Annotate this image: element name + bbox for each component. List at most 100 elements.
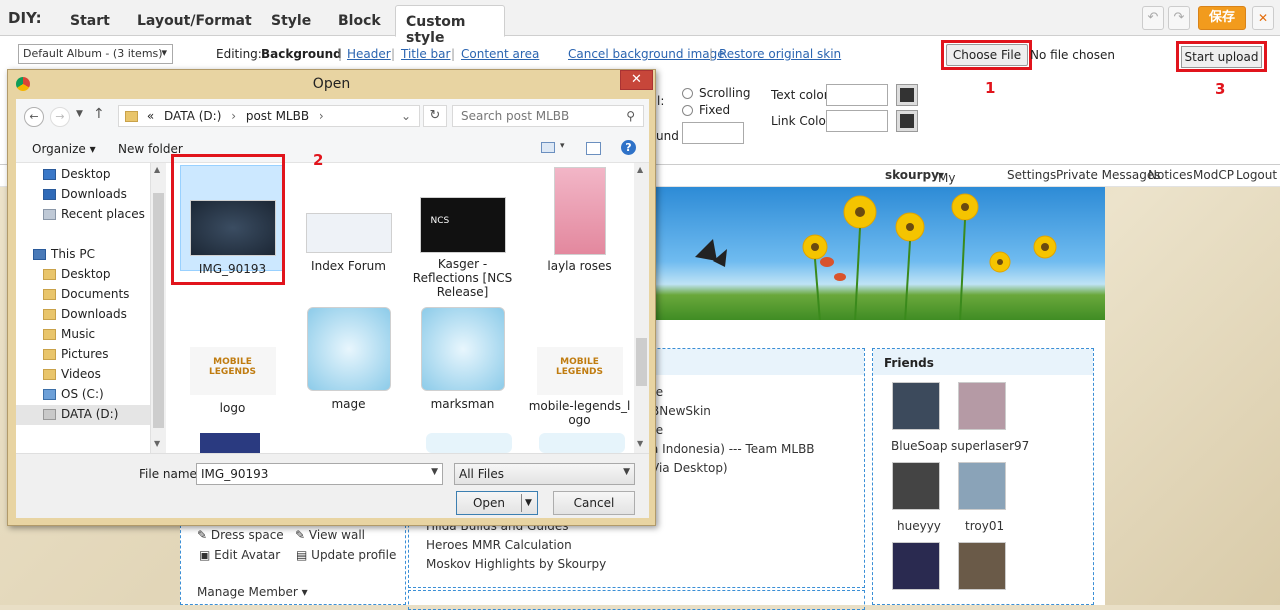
search-input[interactable]: Search post MLBB ⚲ <box>452 105 644 127</box>
path-dropdown-icon[interactable]: ⌄ <box>401 109 411 123</box>
recent-chevron-icon[interactable]: ▼ <box>76 109 83 119</box>
friend-avatar-1[interactable] <box>892 382 940 430</box>
nav-scrollbar[interactable]: ▲ ▼ <box>150 163 166 453</box>
fixed-radio[interactable] <box>682 105 693 116</box>
fixed-label: Fixed <box>699 103 731 117</box>
nav-documents[interactable]: Documents <box>43 287 129 307</box>
modcp-link[interactable]: ModCP <box>1193 168 1234 182</box>
restore-skin-link[interactable]: Restore original skin <box>719 47 841 61</box>
post-item-3[interactable]: Moskov Highlights by Skourpy <box>426 557 606 571</box>
nav-this-pc[interactable]: This PC <box>33 247 95 267</box>
open-button[interactable]: Open ▼ <box>456 491 538 515</box>
chevron-down-icon: ▼ <box>623 467 630 477</box>
friend-name-4[interactable]: troy01 <box>965 519 1004 533</box>
cancel-button[interactable]: Cancel <box>553 491 635 515</box>
nav-videos[interactable]: Videos <box>43 367 101 387</box>
nav-pictures[interactable]: Pictures <box>43 347 109 367</box>
cancel-background-link[interactable]: Cancel background image <box>568 47 725 61</box>
scrolling-radio[interactable] <box>682 88 693 99</box>
preview-pane-icon[interactable] <box>586 142 601 155</box>
undo-icon[interactable]: ↶ <box>1142 6 1164 30</box>
file-item-layla-roses[interactable]: layla roses <box>527 165 632 273</box>
tab-custom-style[interactable]: Custom style <box>395 5 505 46</box>
post-partial-2[interactable]: BNewSkin <box>651 404 711 418</box>
friend-name-3[interactable]: hueyyy <box>897 519 941 533</box>
post-partial-5[interactable]: Via Desktop) <box>651 461 728 475</box>
file-scrollbar[interactable]: ▲ ▼ <box>634 163 649 453</box>
file-item-index-forum[interactable]: Index Forum <box>296 165 401 273</box>
open-dropdown-icon[interactable]: ▼ <box>525 492 532 514</box>
editing-value: Background <box>261 47 342 61</box>
dress-space-link[interactable]: ✎ Dress space <box>197 528 284 542</box>
friend-name-1[interactable]: BlueSoap <box>891 439 947 453</box>
private-messages-link[interactable]: Private Messages <box>1056 168 1161 182</box>
nav-music[interactable]: Music <box>43 327 95 347</box>
redo-icon[interactable]: ↷ <box>1168 6 1190 30</box>
notices-link[interactable]: Notices <box>1148 168 1193 182</box>
path-bar[interactable]: « DATA (D:) › post MLBB › ⌄ <box>118 105 420 127</box>
my-center-link[interactable]: My Center ▾ <box>938 168 978 199</box>
friend-avatar-6[interactable] <box>958 542 1006 590</box>
friend-avatar-3[interactable] <box>892 462 940 510</box>
friend-name-2[interactable]: superlaser97 <box>951 439 1029 453</box>
nav-downloads[interactable]: Downloads <box>43 307 127 327</box>
path-segment-folder[interactable]: post MLBB <box>246 109 309 123</box>
tab-layout-format[interactable]: Layout/Format <box>127 8 262 36</box>
close-icon[interactable]: ✕ <box>1252 6 1274 30</box>
dialog-title: Open <box>312 76 351 92</box>
background-input[interactable] <box>682 122 744 144</box>
diy-label: DIY: <box>8 9 42 27</box>
filetype-select[interactable]: All Files ▼ <box>454 463 635 485</box>
dialog-close-icon[interactable]: ✕ <box>620 70 653 90</box>
friend-avatar-4[interactable] <box>958 462 1006 510</box>
link-color-input[interactable] <box>826 110 888 132</box>
view-options-icon[interactable] <box>541 142 555 153</box>
text-color-input[interactable] <box>826 84 888 106</box>
text-color-picker[interactable] <box>896 84 918 106</box>
back-icon[interactable]: ← <box>24 107 44 127</box>
album-select[interactable]: Default Album - (3 items) ▾ <box>18 44 173 64</box>
nav-os-c[interactable]: OS (C:) <box>43 387 104 407</box>
forward-icon[interactable]: → <box>50 107 70 127</box>
file-item-kasger[interactable]: NCS Kasger - Reflections [NCS Release] <box>410 165 515 299</box>
start-upload-button[interactable]: Start upload <box>1181 46 1262 68</box>
file-item-marksman[interactable]: marksman <box>410 307 515 411</box>
friend-avatar-5[interactable] <box>892 542 940 590</box>
save-button[interactable]: 保存 <box>1198 6 1246 30</box>
nav-data-d[interactable]: DATA (D:) <box>16 405 150 425</box>
username-link[interactable]: skourpy <box>885 168 939 182</box>
link-title-bar[interactable]: Title bar <box>401 47 450 61</box>
view-dropdown-icon[interactable]: ▾ <box>560 141 565 151</box>
choose-file-button[interactable]: Choose File <box>946 44 1028 66</box>
path-segment-drive[interactable]: DATA (D:) <box>164 109 221 123</box>
nav-downloads-fav[interactable]: Downloads <box>43 187 127 207</box>
file-item-mage[interactable]: mage <box>296 307 401 411</box>
post-item-2[interactable]: Heroes MMR Calculation <box>426 538 572 552</box>
tab-start[interactable]: Start <box>60 8 120 36</box>
partial-thumbnail <box>539 433 625 453</box>
file-item-mobile-legends-logo[interactable]: MOBILE LEGENDS mobile-legends_logo <box>527 313 632 427</box>
nav-desktop-fav[interactable]: Desktop <box>43 167 111 187</box>
chevron-down-icon: ▼ <box>431 467 438 477</box>
tab-block[interactable]: Block <box>328 8 391 36</box>
tab-style[interactable]: Style <box>261 8 321 36</box>
refresh-icon[interactable]: ↻ <box>423 105 447 127</box>
manage-member-link[interactable]: Manage Member ▾ <box>197 585 308 599</box>
link-header[interactable]: Header <box>347 47 391 61</box>
nav-desktop[interactable]: Desktop <box>43 267 111 287</box>
edit-avatar-link[interactable]: ▣ Edit Avatar <box>199 548 280 562</box>
link-content-area[interactable]: Content area <box>461 47 539 61</box>
file-item-logo[interactable]: MOBILE LEGENDS logo <box>180 313 285 415</box>
post-partial-4[interactable]: a Indonesia) --- Team MLBB <box>651 442 815 456</box>
logout-link[interactable]: Logout <box>1236 168 1277 182</box>
filename-input[interactable]: IMG_90193 ▼ <box>196 463 443 485</box>
link-color-picker[interactable] <box>896 110 918 132</box>
organize-button[interactable]: Organize ▾ <box>32 142 96 156</box>
nav-recent-places[interactable]: Recent places <box>43 207 145 227</box>
update-profile-link[interactable]: ▤ Update profile <box>296 548 396 562</box>
view-wall-link[interactable]: ✎ View wall <box>295 528 365 542</box>
up-icon[interactable]: ↑ <box>93 106 105 122</box>
settings-link[interactable]: Settings <box>1007 168 1056 182</box>
help-icon[interactable]: ? <box>621 140 636 155</box>
friend-avatar-2[interactable] <box>958 382 1006 430</box>
